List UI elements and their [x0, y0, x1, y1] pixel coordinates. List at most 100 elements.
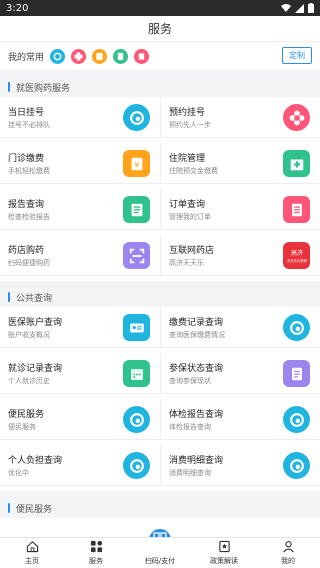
service-title: 缴费记录查询: [169, 318, 224, 328]
service-title: 便民服务: [8, 410, 45, 420]
section-header-public: 公共查询: [0, 288, 320, 306]
document-icon: [283, 360, 310, 387]
favorite-report-icon[interactable]: [113, 48, 129, 64]
service-title: 参保状态查询: [169, 364, 224, 374]
service-title: 消费明细查询: [169, 456, 224, 466]
service-subtitle: 预约先人一步: [169, 121, 211, 129]
tab-policy[interactable]: 政策解读: [192, 538, 256, 568]
service-title: 个人负担查询: [8, 456, 63, 466]
swirl-icon: [123, 104, 150, 131]
service-appointment-registration[interactable]: 预约挂号 预约先人一步: [160, 97, 320, 138]
service-subtitle: 查询参保现状: [169, 377, 211, 385]
calendar-icon: [123, 360, 150, 387]
section-header-convenience: 便民服务: [0, 499, 320, 517]
service-same-day-registration[interactable]: 当日挂号 挂号不必排队: [0, 97, 160, 138]
service-title: 体检报告查询: [169, 410, 224, 420]
service-title: 医保账户查询: [8, 318, 63, 328]
query-visit-records[interactable]: 就诊记录查询 个人就诊历史: [0, 353, 160, 394]
cross-flower-icon: [283, 104, 310, 131]
swirl-icon: [123, 406, 150, 433]
service-title: 互联网药店: [169, 246, 215, 256]
service-subtitle: 管理我的订单: [169, 213, 211, 221]
grid-icon: [90, 540, 103, 556]
section-accent-bar: [8, 82, 10, 92]
service-report-query[interactable]: 报告查询 检查检验报告: [0, 189, 160, 230]
section-accent-bar: [8, 503, 10, 513]
order-icon: [283, 196, 310, 223]
query-convenience-service[interactable]: 便民服务 便民服务: [0, 399, 160, 440]
swirl-icon: [283, 406, 310, 433]
query-insurance-account[interactable]: 医保账户查询 账户收支概况: [0, 307, 160, 348]
battery-icon: [308, 3, 314, 13]
service-title: 住院管理: [169, 154, 206, 164]
section-title-convenience: 便民服务: [16, 504, 53, 515]
home-icon: [26, 540, 39, 556]
section-accent-bar: [8, 292, 10, 302]
tab-services[interactable]: 服务: [64, 538, 128, 568]
service-order-query[interactable]: 订单查询 管理我的订单: [160, 189, 320, 230]
signal-icon: [295, 3, 304, 13]
payment-icon: ¥: [123, 150, 150, 177]
service-outpatient-payment[interactable]: 门诊缴费 手机轻松缴费 ¥: [0, 143, 160, 184]
service-subtitle: 个人就诊历史: [8, 377, 50, 385]
favorite-swirl-icon[interactable]: [50, 48, 66, 64]
service-subtitle: 消费明细查询: [169, 469, 211, 477]
section-header-medical: 就医购药服务: [0, 78, 320, 96]
svg-text:¥: ¥: [134, 159, 139, 169]
service-pharmacy-purchase[interactable]: 药店购药 扫码便捷购药: [0, 235, 160, 276]
section-title-medical: 就医购药服务: [16, 83, 71, 94]
hospital-icon: [283, 150, 310, 177]
medical-services-grid: 当日挂号 挂号不必排队 预约挂号 预约先人一步 门诊缴费 手机轻松缴费 ¥ 住院…: [0, 97, 320, 281]
pharmacy-logo-icon: 高济 天天乐大药房: [283, 242, 310, 269]
query-payment-records[interactable]: 缴费记录查询 查询医保缴费情况: [160, 307, 320, 348]
query-consumption-details[interactable]: 消费明细查询 消费明细查询: [160, 445, 320, 486]
user-icon: [282, 540, 295, 556]
query-personal-burden[interactable]: 个人负担查询 优化中: [0, 445, 160, 486]
favorites-bar: 我的常用 定制: [0, 42, 320, 70]
service-subtitle: 扫码便捷购药: [8, 259, 50, 267]
service-subtitle: 账户收支概况: [8, 331, 50, 339]
query-insured-status[interactable]: 参保状态查询 查询参保现状: [160, 353, 320, 394]
tab-home[interactable]: 主页: [0, 538, 64, 568]
tab-label: 服务: [89, 557, 103, 565]
service-subtitle: 优化中: [8, 469, 29, 477]
service-internet-pharmacy[interactable]: 互联网药店 高济天天乐 高济 天天乐大药房: [160, 235, 320, 276]
service-subtitle: 检查检验报告: [8, 213, 50, 221]
service-subtitle: 住院预交金缴费: [169, 167, 218, 175]
tab-scan-pay[interactable]: 扫码/支付: [128, 538, 192, 568]
service-title: 就诊记录查询: [8, 364, 63, 374]
tab-profile[interactable]: 我的: [256, 538, 320, 568]
service-subtitle: 高济天天乐: [169, 259, 204, 267]
swirl-icon: [123, 452, 150, 479]
customize-button[interactable]: 定制: [282, 47, 312, 64]
id-card-icon: [123, 314, 150, 341]
tab-label: 政策解读: [210, 557, 238, 565]
bottom-tab-bar: 主页 服务 扫码/支付 政策解读 我的: [0, 537, 320, 568]
favorite-payment-icon[interactable]: [92, 48, 108, 64]
report-icon: [123, 196, 150, 223]
svg-text:天天乐大药房: 天天乐大药房: [286, 258, 307, 263]
service-title: 订单查询: [169, 200, 206, 210]
svg-text:高济: 高济: [290, 249, 302, 257]
query-physical-exam-report[interactable]: 体检报告查询 体检报告查询: [160, 399, 320, 440]
service-subtitle: 挂号不必排队: [8, 121, 50, 129]
favorite-cross-flower-icon[interactable]: [71, 48, 87, 64]
service-inpatient-management[interactable]: 住院管理 住院预交金缴费: [160, 143, 320, 184]
tab-label: 主页: [25, 557, 39, 565]
service-subtitle: 便民服务: [8, 423, 36, 431]
favorite-order-icon[interactable]: [134, 48, 150, 64]
service-title: 门诊缴费: [8, 154, 45, 164]
wifi-icon: [281, 3, 291, 13]
service-subtitle: 体检报告查询: [169, 423, 211, 431]
service-subtitle: 手机轻松缴费: [8, 167, 50, 175]
service-title: 预约挂号: [169, 108, 206, 118]
scan-icon: [123, 242, 150, 269]
page-title: 服务: [147, 22, 172, 36]
service-subtitle: 查询医保缴费情况: [169, 331, 225, 339]
swirl-icon: [283, 314, 310, 341]
public-query-grid: 医保账户查询 账户收支概况 缴费记录查询 查询医保缴费情况 就诊记录查询 个人就…: [0, 307, 320, 491]
service-title: 药店购药: [8, 246, 45, 256]
status-time: 3:20: [6, 2, 29, 14]
service-title: 报告查询: [8, 200, 45, 210]
tab-label: 扫码/支付: [144, 557, 176, 565]
